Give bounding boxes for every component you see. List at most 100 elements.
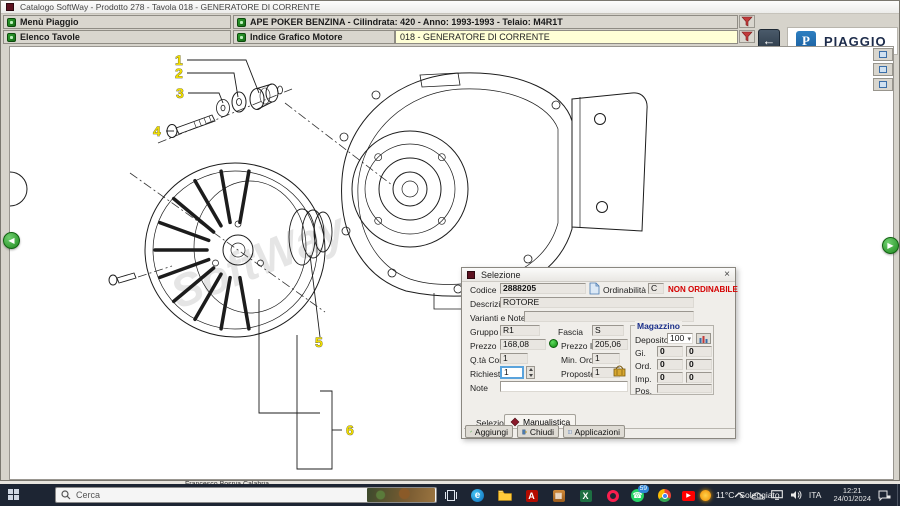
chrome-button[interactable]	[657, 488, 672, 503]
ordinato-field-2: 0	[686, 359, 712, 370]
close-icon[interactable]: ×	[724, 270, 730, 280]
tray-expand-icon[interactable]	[734, 491, 744, 499]
chiudi-label: Chiudi	[530, 427, 554, 437]
file-explorer-button[interactable]	[497, 488, 512, 503]
impegnato-field-1: 0	[657, 372, 683, 383]
document-icon[interactable]	[589, 282, 600, 295]
elenco-tavole-button[interactable]: Elenco Tavole	[3, 30, 231, 44]
opera-button[interactable]	[605, 488, 620, 503]
giacenza-field-1: 0	[657, 346, 683, 357]
app-icon	[6, 3, 14, 11]
callout-6[interactable]: 6	[346, 422, 354, 438]
deposito-value: 100	[670, 333, 684, 343]
callout-2[interactable]: 2	[175, 65, 183, 81]
window-title: Catalogo SoftWay - Prodotto 278 - Tavola…	[20, 2, 320, 12]
view-icon	[879, 81, 887, 88]
ordinato-field-1: 0	[657, 359, 683, 370]
search-icon	[61, 490, 71, 500]
vehicle-info-icon	[237, 18, 246, 27]
chiudi-button[interactable]: Chiudi	[517, 425, 559, 438]
view-icon	[879, 66, 887, 73]
richiesta-input[interactable]: 1	[500, 366, 524, 379]
basket-icon[interactable]	[613, 365, 626, 377]
sun-icon	[700, 490, 711, 501]
price-status-icon	[549, 339, 558, 348]
selezione-dialog: Selezione × Codice 2888205 Ordinabilità …	[461, 267, 736, 439]
gruppo-ord-field[interactable]: R1	[500, 325, 540, 336]
richiesta-stepper[interactable]	[526, 366, 535, 379]
acrobat-icon: A	[526, 490, 538, 502]
onedrive-cloud-icon[interactable]	[751, 491, 764, 500]
callout-5[interactable]: 5	[315, 334, 323, 350]
edge-button[interactable]: e	[470, 488, 485, 503]
acrobat-button[interactable]: A	[524, 488, 539, 503]
varianti-label: Varianti e Note	[470, 313, 526, 323]
pos-field[interactable]	[657, 384, 712, 393]
arrow-right-icon: ▶	[887, 241, 893, 250]
indice-grafico-icon	[237, 33, 246, 42]
prezzo-field[interactable]: 168,08	[500, 339, 546, 350]
codice-field[interactable]: 2888205	[500, 283, 586, 294]
language-indicator[interactable]: ITA	[809, 490, 822, 500]
tavola-input[interactable]: 018 - GENERATORE DI CORRENTE	[395, 30, 738, 44]
filter-button-top[interactable]	[739, 15, 755, 28]
start-button[interactable]	[8, 489, 20, 501]
prezzo-label: Prezzo	[470, 341, 496, 351]
network-display-icon[interactable]	[771, 490, 783, 500]
codice-label: Codice	[470, 285, 496, 295]
qta-conf-field[interactable]: 1	[500, 353, 528, 364]
deposito-lookup-button[interactable]	[696, 333, 711, 344]
ordinabilita-label: Ordinabilità	[603, 285, 646, 295]
excel-icon: X	[580, 490, 592, 502]
aggiungi-button[interactable]: Aggiungi	[465, 425, 513, 438]
dialog-title: Selezione	[481, 270, 521, 280]
fascia-field[interactable]: S	[592, 325, 624, 336]
app-window: Catalogo SoftWay - Prodotto 278 - Tavola…	[0, 0, 900, 481]
note-field[interactable]	[500, 381, 628, 392]
volume-icon[interactable]	[790, 490, 802, 500]
callout-4[interactable]: 4	[153, 123, 161, 139]
youtube-icon: ▶	[682, 491, 695, 501]
view-button-3[interactable]	[873, 78, 893, 91]
descrizione-field[interactable]: ROTORE	[500, 297, 694, 308]
vehicle-info-bar[interactable]: APE POKER BENZINA - Cilindrata: 420 - An…	[233, 15, 738, 29]
menu-piaggio-button[interactable]: Menù Piaggio	[3, 15, 231, 29]
giacenza-field-2: 0	[686, 346, 712, 357]
folder-icon	[498, 490, 512, 501]
applicazioni-button[interactable]: Applicazioni	[563, 425, 625, 438]
search-highlight-image[interactable]	[367, 488, 435, 502]
opera-icon	[607, 490, 619, 502]
dialog-titlebar[interactable]: Selezione ×	[462, 268, 735, 282]
notification-icon[interactable]	[877, 489, 891, 502]
view-icon	[879, 51, 887, 58]
non-ordinabile-status: NON ORDINABILE	[668, 285, 738, 294]
view-button-2[interactable]	[873, 63, 893, 76]
min-ord-field[interactable]: 1	[592, 353, 620, 364]
youtube-button[interactable]: ▶	[681, 488, 696, 503]
note-label: Note	[470, 383, 488, 393]
prezzo-ivato-field[interactable]: 205,06	[592, 339, 628, 350]
whatsapp-icon: ☎ 59	[631, 489, 644, 502]
view-button-1[interactable]	[873, 48, 893, 61]
dialog-icon	[467, 271, 475, 279]
deposito-select[interactable]: 100 ▾	[667, 333, 693, 344]
clock[interactable]: 12:21 24/01/2024	[833, 487, 871, 503]
task-view-button[interactable]	[443, 488, 458, 503]
menu-piaggio-label: Menù Piaggio	[20, 17, 79, 27]
excel-button[interactable]: X	[578, 488, 593, 503]
check-icon	[470, 427, 472, 436]
ordinabilita-field[interactable]: C	[648, 283, 664, 294]
search-input[interactable]: Cerca	[55, 487, 437, 503]
indice-grafico-button[interactable]: Indice Grafico Motore	[233, 30, 395, 44]
tavola-value: 018 - GENERATORE DI CORRENTE	[400, 32, 550, 42]
store-app-icon: ▦	[553, 490, 565, 502]
callout-3[interactable]: 3	[176, 85, 184, 101]
store-app-button[interactable]: ▦	[551, 488, 566, 503]
arrow-left-icon: ◀	[8, 236, 14, 245]
system-tray: ITA 12:21 24/01/2024	[734, 484, 900, 506]
filter-button-bottom[interactable]	[739, 30, 755, 43]
next-table-button[interactable]: ▶	[882, 237, 899, 254]
prev-table-button[interactable]: ◀	[3, 232, 20, 249]
whatsapp-button[interactable]: ☎ 59	[630, 488, 645, 503]
stock-chart-icon	[699, 335, 708, 343]
